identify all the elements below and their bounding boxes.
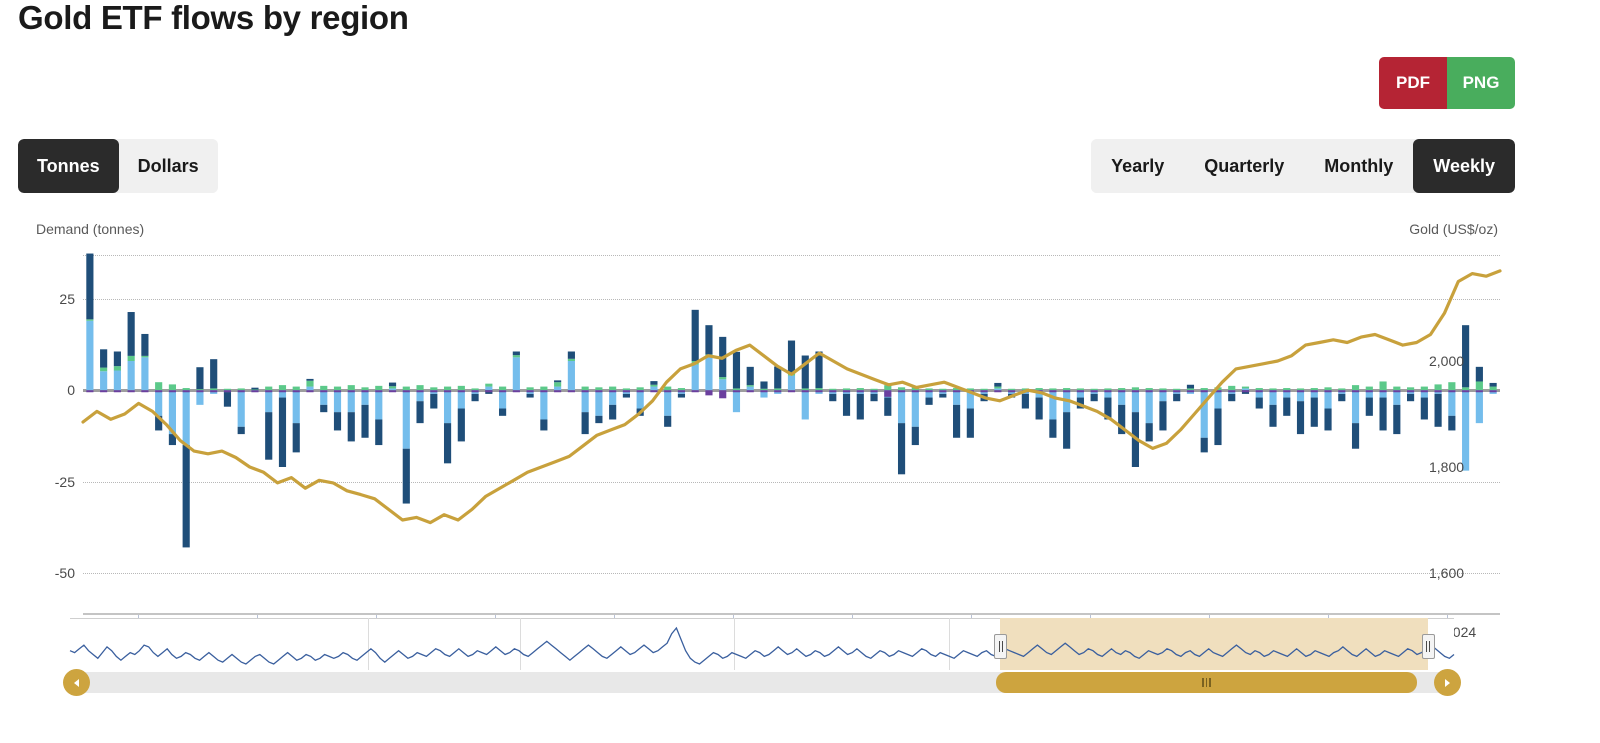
navigator-handle-left[interactable] xyxy=(994,634,1007,659)
gridline xyxy=(83,573,1500,574)
frequency-tab-monthly[interactable]: Monthly xyxy=(1304,139,1413,193)
gold-etf-flows-chart-page: Gold ETF flows by region PDF PNG Tonnes … xyxy=(0,0,1600,743)
navigator-handle-right[interactable] xyxy=(1422,634,1435,659)
unit-toggle-tonnes[interactable]: Tonnes xyxy=(18,139,119,193)
frequency-tab-weekly[interactable]: Weekly xyxy=(1413,139,1515,193)
export-png-button[interactable]: PNG xyxy=(1447,57,1515,109)
y-tick-label-right: 2,000 xyxy=(1429,353,1464,369)
frequency-toggle-group: Yearly Quarterly Monthly Weekly xyxy=(1091,139,1515,193)
unit-toggle-group: Tonnes Dollars xyxy=(18,139,218,193)
page-title: Gold ETF flows by region xyxy=(18,0,409,42)
export-button-group: PDF PNG xyxy=(1379,57,1515,109)
y-tick-label-left: -50 xyxy=(55,565,75,581)
frequency-tab-quarterly[interactable]: Quarterly xyxy=(1184,139,1304,193)
frequency-tab-yearly[interactable]: Yearly xyxy=(1091,139,1184,193)
y-tick-label-right: 1,800 xyxy=(1429,459,1464,475)
x-axis-line xyxy=(83,613,1500,615)
navigator-sparkline xyxy=(70,618,1454,670)
y-tick-label-left: 0 xyxy=(67,382,75,398)
plot-canvas xyxy=(83,255,1500,573)
scroll-right-arrow-icon[interactable] xyxy=(1434,669,1461,696)
navigator[interactable] xyxy=(70,618,1454,676)
chart-area: Demand (tonnes) Gold (US$/oz) 250-25-50 … xyxy=(0,215,1600,595)
unit-toggle-dollars[interactable]: Dollars xyxy=(119,139,218,193)
y-tick-label-left: -25 xyxy=(55,474,75,490)
scroll-left-arrow-icon[interactable] xyxy=(63,669,90,696)
export-pdf-button[interactable]: PDF xyxy=(1379,57,1447,109)
y-tick-label-left: 25 xyxy=(59,291,75,307)
y-tick-label-right: 1,600 xyxy=(1429,565,1464,581)
y-axis-title-right: Gold (US$/oz) xyxy=(1409,221,1498,237)
gold-price-line xyxy=(83,255,1500,573)
scrollbar-thumb[interactable] xyxy=(996,672,1417,693)
chart-scrollbar[interactable] xyxy=(63,669,1461,696)
y-axis-title-left: Demand (tonnes) xyxy=(36,221,144,237)
